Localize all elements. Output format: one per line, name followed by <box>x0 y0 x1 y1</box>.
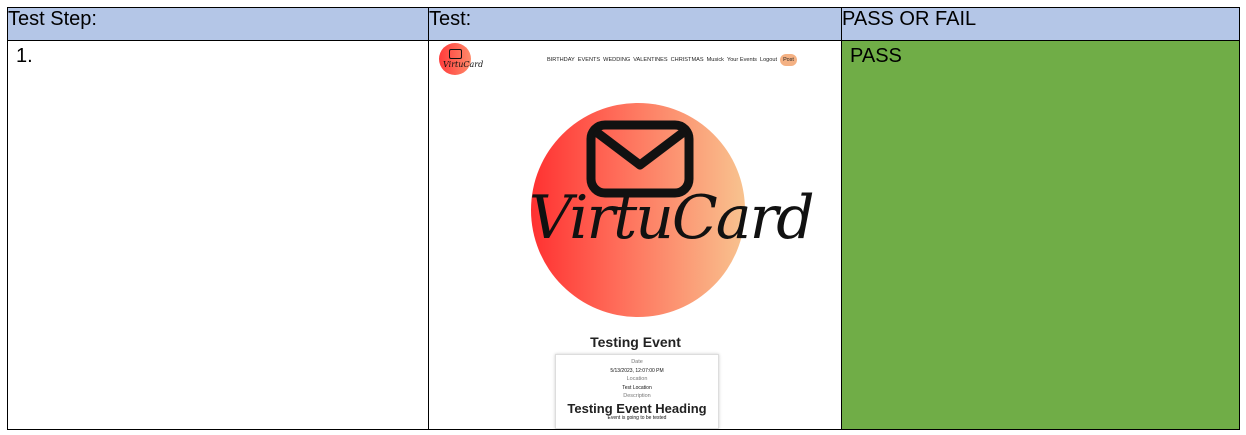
location-label: Location <box>626 376 648 382</box>
test-screenshot: VirtuCard BIRTHDAY EVENTS WEDDING VALENTINE… <box>429 41 842 429</box>
nav-post-button: Post <box>780 54 797 66</box>
description-label: Description <box>623 393 651 399</box>
location-value: Test Location <box>622 385 652 391</box>
nav-bar: BIRTHDAY EVENTS WEDDING VALENTINES CHRISTMAS… <box>547 54 800 66</box>
logo-wordmark: VirtuCard <box>529 183 815 253</box>
nav-logo: VirtuCard <box>439 43 483 75</box>
header-test-step: Test Step: <box>7 7 429 41</box>
event-heading: Testing Event Heading <box>567 401 707 416</box>
nav-item-wedding: WEDDING <box>603 57 631 64</box>
table-row: 1. VirtuCard BIRTHDAY EVENTS WEDDING VALENT… <box>7 40 1240 430</box>
nav-logo-wordmark: VirtuCard <box>443 60 484 69</box>
event-card: Date 5/13/2023, 12:07:00 PM Location Tes… <box>555 354 719 429</box>
nav-item-your-events: Your Events <box>726 57 757 64</box>
event-title: Testing Event <box>590 334 681 350</box>
result-pass: PASS <box>850 45 902 67</box>
nav-item-events: EVENTS <box>577 57 601 64</box>
envelope-icon <box>449 49 462 59</box>
nav-item-birthday: BIRTHDAY <box>547 57 575 64</box>
step-number: 1. <box>16 45 33 67</box>
header-row: Test Step: Test: PASS OR FAIL <box>7 7 1240 41</box>
screenshot-cell: VirtuCard BIRTHDAY EVENTS WEDDING VALENTINE… <box>428 40 842 430</box>
header-pass-or-fail: PASS OR FAIL <box>841 7 1240 41</box>
nav-item-logout: Logout <box>759 57 778 64</box>
result-cell: PASS <box>841 40 1240 430</box>
test-results-table: Test Step: Test: PASS OR FAIL 1. VirtuCa… <box>7 7 1240 430</box>
date-value: 5/13/2023, 12:07:00 PM <box>610 368 664 374</box>
header-test: Test: <box>428 7 842 41</box>
nav-item-valentines: VALENTINES <box>633 57 668 64</box>
nav-item-christmas: CHRISTMAS <box>670 57 704 64</box>
date-label: Date <box>631 359 643 365</box>
step-cell: 1. <box>7 40 429 430</box>
nav-item-musick: Musick <box>706 57 724 64</box>
